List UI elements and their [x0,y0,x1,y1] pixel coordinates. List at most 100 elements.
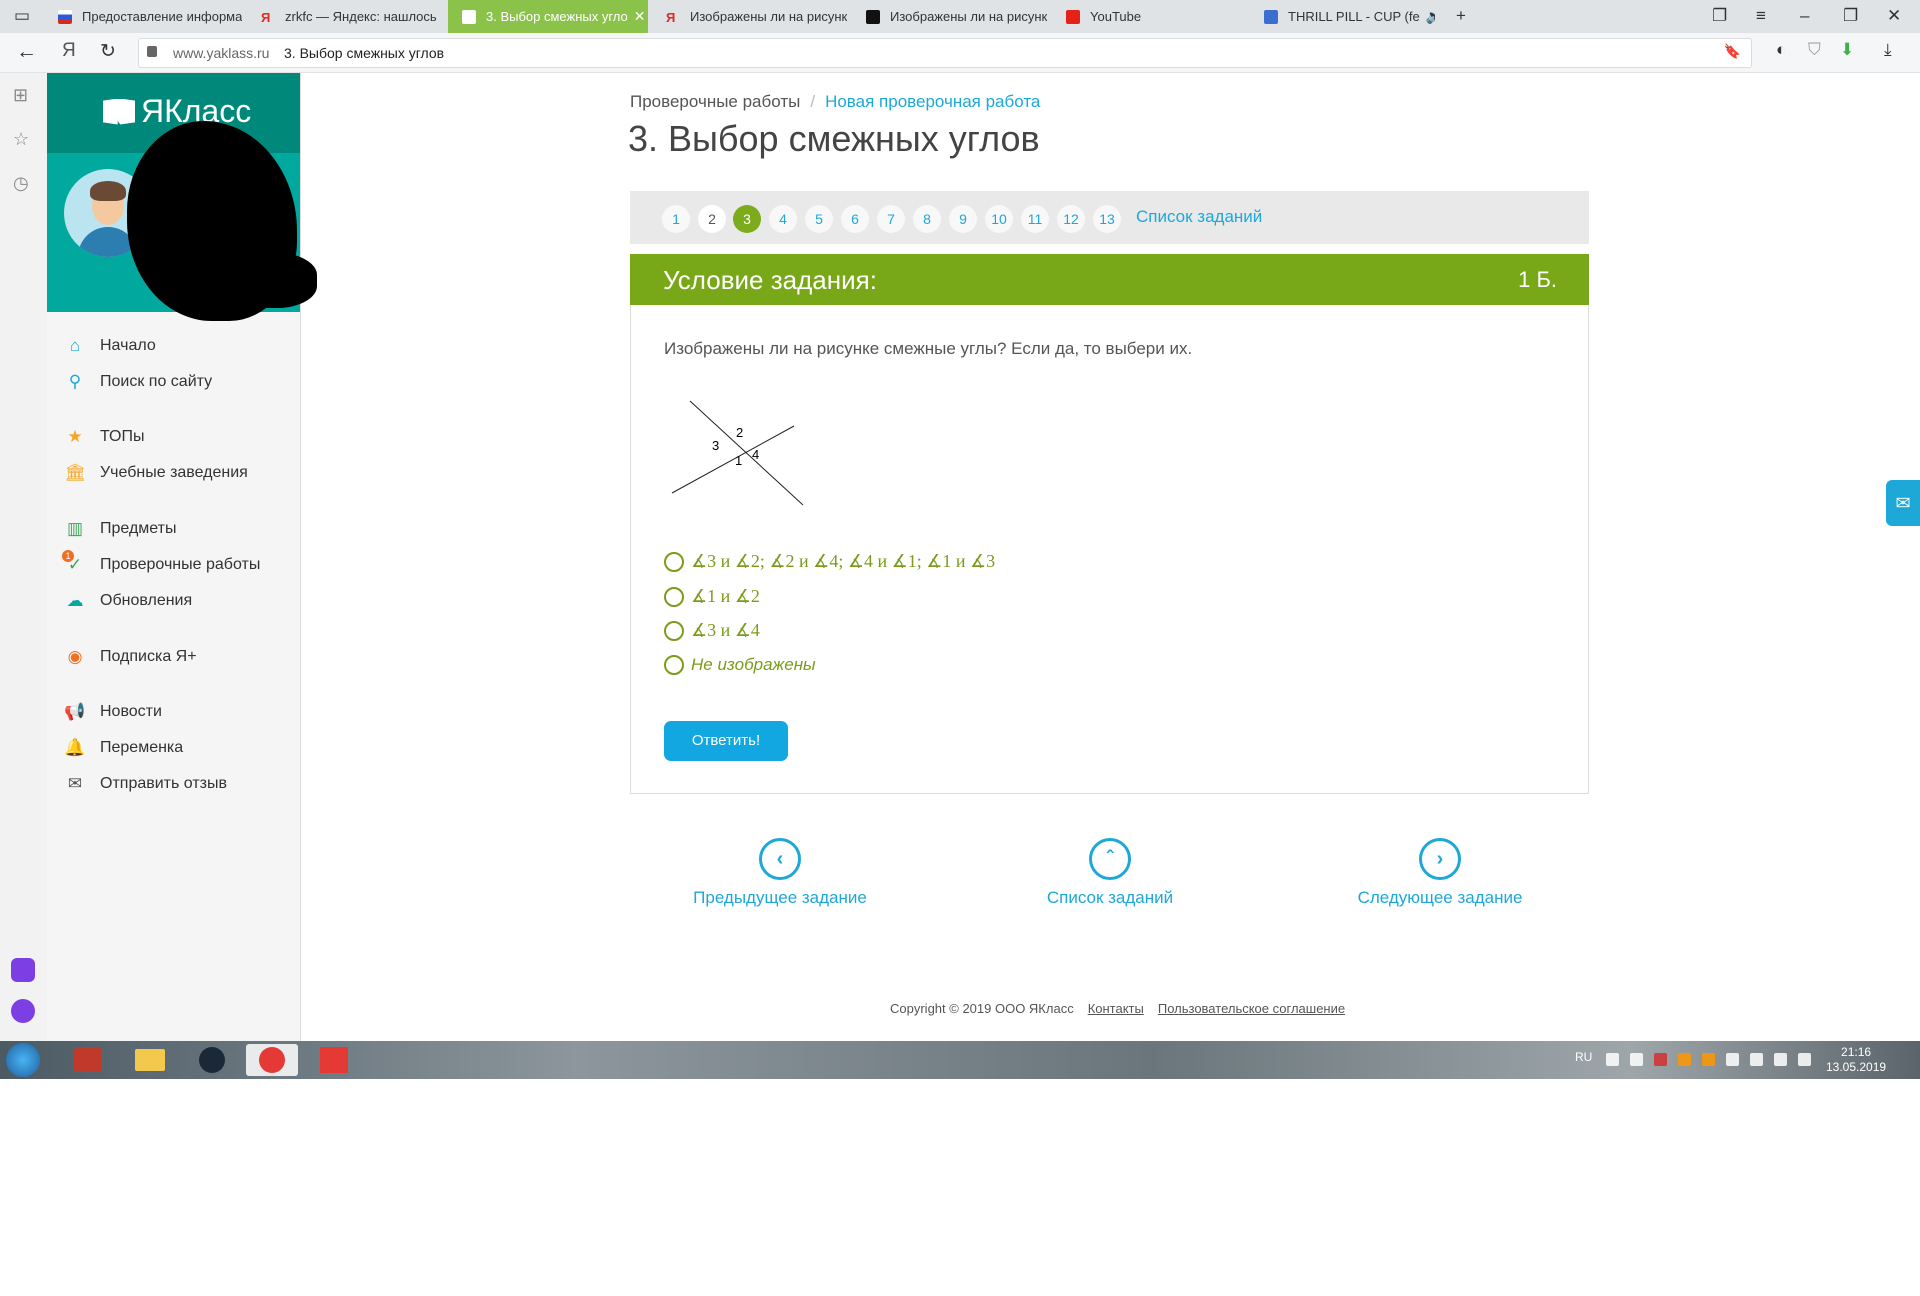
tab-4[interactable]: Я Изображены ли на рисунк [652,0,847,33]
favorites-star-icon[interactable]: ☆ [13,129,29,150]
tray-app-icon[interactable] [1678,1053,1691,1066]
sidebar-item-break[interactable]: 🔔 Переменка [64,736,184,760]
apps-grid-icon[interactable]: ⊞ [13,85,28,106]
feedback-mail-icon[interactable]: ✉ [1886,480,1920,526]
page-number-button[interactable]: 4 [769,205,797,233]
bookmarks-icon[interactable]: ❐ [1712,6,1727,26]
page-number-button[interactable]: 5 [805,205,833,233]
tray-app-icon[interactable] [1702,1053,1715,1066]
steam-icon[interactable] [186,1044,238,1076]
bluetooth-icon[interactable] [1774,1053,1787,1066]
display-icon[interactable] [1798,1053,1811,1066]
speaker-icon[interactable]: 🔈 [1426,8,1435,25]
tab-6[interactable]: YouTube [1052,0,1247,33]
sidebar-item-home[interactable]: ⌂ Начало [65,334,156,358]
page-number-button[interactable]: 6 [841,205,869,233]
radio-button[interactable] [664,586,684,607]
restore-icon[interactable]: ❐ [1843,6,1858,26]
page-number-button[interactable]: 1 [662,205,690,233]
answer-option-2[interactable]: ∡1 и ∡2 [664,586,760,607]
breadcrumb-parent-link[interactable]: Проверочные работы [630,92,800,111]
tab-5[interactable]: Изображены ли на рисунк [852,0,1052,33]
radio-button[interactable] [664,551,684,572]
sidebar-item-institutions[interactable]: 🏛 Учебные заведения [64,461,248,485]
tab-3-active[interactable]: 3. Выбор смежных угло ✕ [448,0,648,33]
sidebar-item-search[interactable]: ⚲ Поиск по сайту [65,370,212,394]
answer-option-3[interactable]: ∡3 и ∡4 [664,620,760,641]
sidebar-toggle-icon[interactable]: ▭ [14,6,30,26]
redaction-blot [217,253,317,308]
history-clock-icon[interactable]: ◷ [13,173,29,194]
page-number-button[interactable]: 12 [1057,205,1085,233]
headset-icon[interactable] [1630,1053,1643,1066]
new-tab-button[interactable]: + [1456,6,1466,26]
sidebar-item-updates[interactable]: ☁ Обновления [65,589,193,613]
sidebar-item-news[interactable]: 📢 Новости [64,700,162,724]
next-task-nav[interactable]: › Следующее задание [1350,838,1530,908]
sidebar-item-tests[interactable]: ✓ Проверочные работы [65,553,260,577]
user-agreement-link[interactable]: Пользовательское соглашение [1158,1001,1345,1016]
tab-1[interactable]: Предоставление информа [44,0,242,33]
sidebar-item-label: Поиск по сайту [100,373,213,390]
shield-icon[interactable]: ⛉ [1808,40,1821,60]
yandex-icon[interactable] [308,1044,360,1076]
alice-icon[interactable] [11,999,35,1023]
radio-button[interactable] [664,655,684,675]
sidebar-item-subjects[interactable]: ▥ Предметы [65,517,177,541]
page-number-button[interactable]: 8 [913,205,941,233]
task-list-link[interactable]: Список заданий [1136,207,1262,227]
network-icon[interactable] [1750,1053,1763,1066]
url-field[interactable]: www.yaklass.ru 3. Выбор смежных углов 🔖 [138,38,1752,68]
profile-header: ЯКласс [47,73,317,321]
download-manager-icon[interactable]: ⬇ [1840,40,1854,60]
sidebar-item-label: Переменка [100,739,184,756]
reload-icon[interactable]: ↻ [100,40,116,63]
page-number-button[interactable]: 9 [949,205,977,233]
tab-7[interactable]: THRILL PILL - CUP (fe 🔈 ✕ [1250,0,1435,33]
close-window-icon[interactable]: ✕ [1887,6,1901,26]
menu-icon[interactable]: ≡ [1756,6,1766,26]
sidebar-item-label: ТОПы [100,428,145,445]
taskbar-app-icon[interactable] [62,1044,114,1076]
next-task-link[interactable]: Следующее задание [1358,888,1523,907]
sidebar-item-tops[interactable]: ★ ТОПы [65,425,145,449]
task-list-link[interactable]: Список заданий [1047,888,1173,907]
sidebar-item-subscription[interactable]: ◉ Подписка Я+ [65,645,197,669]
site-favicon-icon [1264,9,1278,24]
url-page-title: 3. Выбор смежных углов [284,45,445,61]
bookmark-icon[interactable]: 🔖 [1724,43,1741,60]
yandex-browser-icon[interactable] [246,1044,298,1076]
page-number-button[interactable]: 7 [877,205,905,233]
minimize-icon[interactable]: – [1800,6,1809,26]
sidebar-item-feedback[interactable]: ✉ Отправить отзыв [65,772,227,796]
prev-task-link[interactable]: Предыдущее задание [693,888,867,907]
flag-icon[interactable] [1654,1053,1667,1066]
assistant-icon[interactable] [11,958,35,982]
downloads-icon[interactable]: ⤓ [1884,40,1892,60]
tab-2[interactable]: Я zrkfc — Яндекс: нашлось 2 [247,0,437,33]
page-number-button[interactable]: 10 [985,205,1013,233]
prev-task-nav[interactable]: ‹ Предыдущее задание [690,838,870,908]
sidebar-item-label: Новости [100,703,162,720]
page-number-button[interactable]: 11 [1021,205,1049,233]
task-list-nav[interactable]: ˆ Список заданий [1020,838,1200,908]
extension-icon[interactable]: ◐ [1776,40,1786,60]
volume-icon[interactable] [1606,1053,1619,1066]
breadcrumb-current-link[interactable]: Новая проверочная работа [825,92,1040,111]
language-indicator[interactable]: RU [1575,1050,1592,1064]
page-number-button[interactable]: 13 [1093,205,1121,233]
page-number-button[interactable]: 2 [698,205,726,233]
start-button[interactable] [6,1043,40,1077]
answer-option-1[interactable]: ∡3 и ∡2; ∡2 и ∡4; ∡4 и ∡1; ∡1 и ∡3 [664,551,995,572]
submit-answer-button[interactable]: Ответить! [664,721,788,761]
yandex-icon[interactable]: Я [62,40,76,62]
contacts-link[interactable]: Контакты [1088,1001,1144,1016]
answer-option-4[interactable]: Не изображены [664,655,816,675]
steam-tray-icon[interactable] [1726,1053,1739,1066]
folder-icon[interactable] [124,1044,176,1076]
page-number-button-current[interactable]: 3 [733,205,761,233]
radio-button[interactable] [664,620,684,641]
close-tab-icon[interactable]: ✕ [634,8,646,25]
back-icon[interactable]: ← [16,40,37,64]
clock[interactable]: 21:16 13.05.2019 [1826,1045,1886,1075]
